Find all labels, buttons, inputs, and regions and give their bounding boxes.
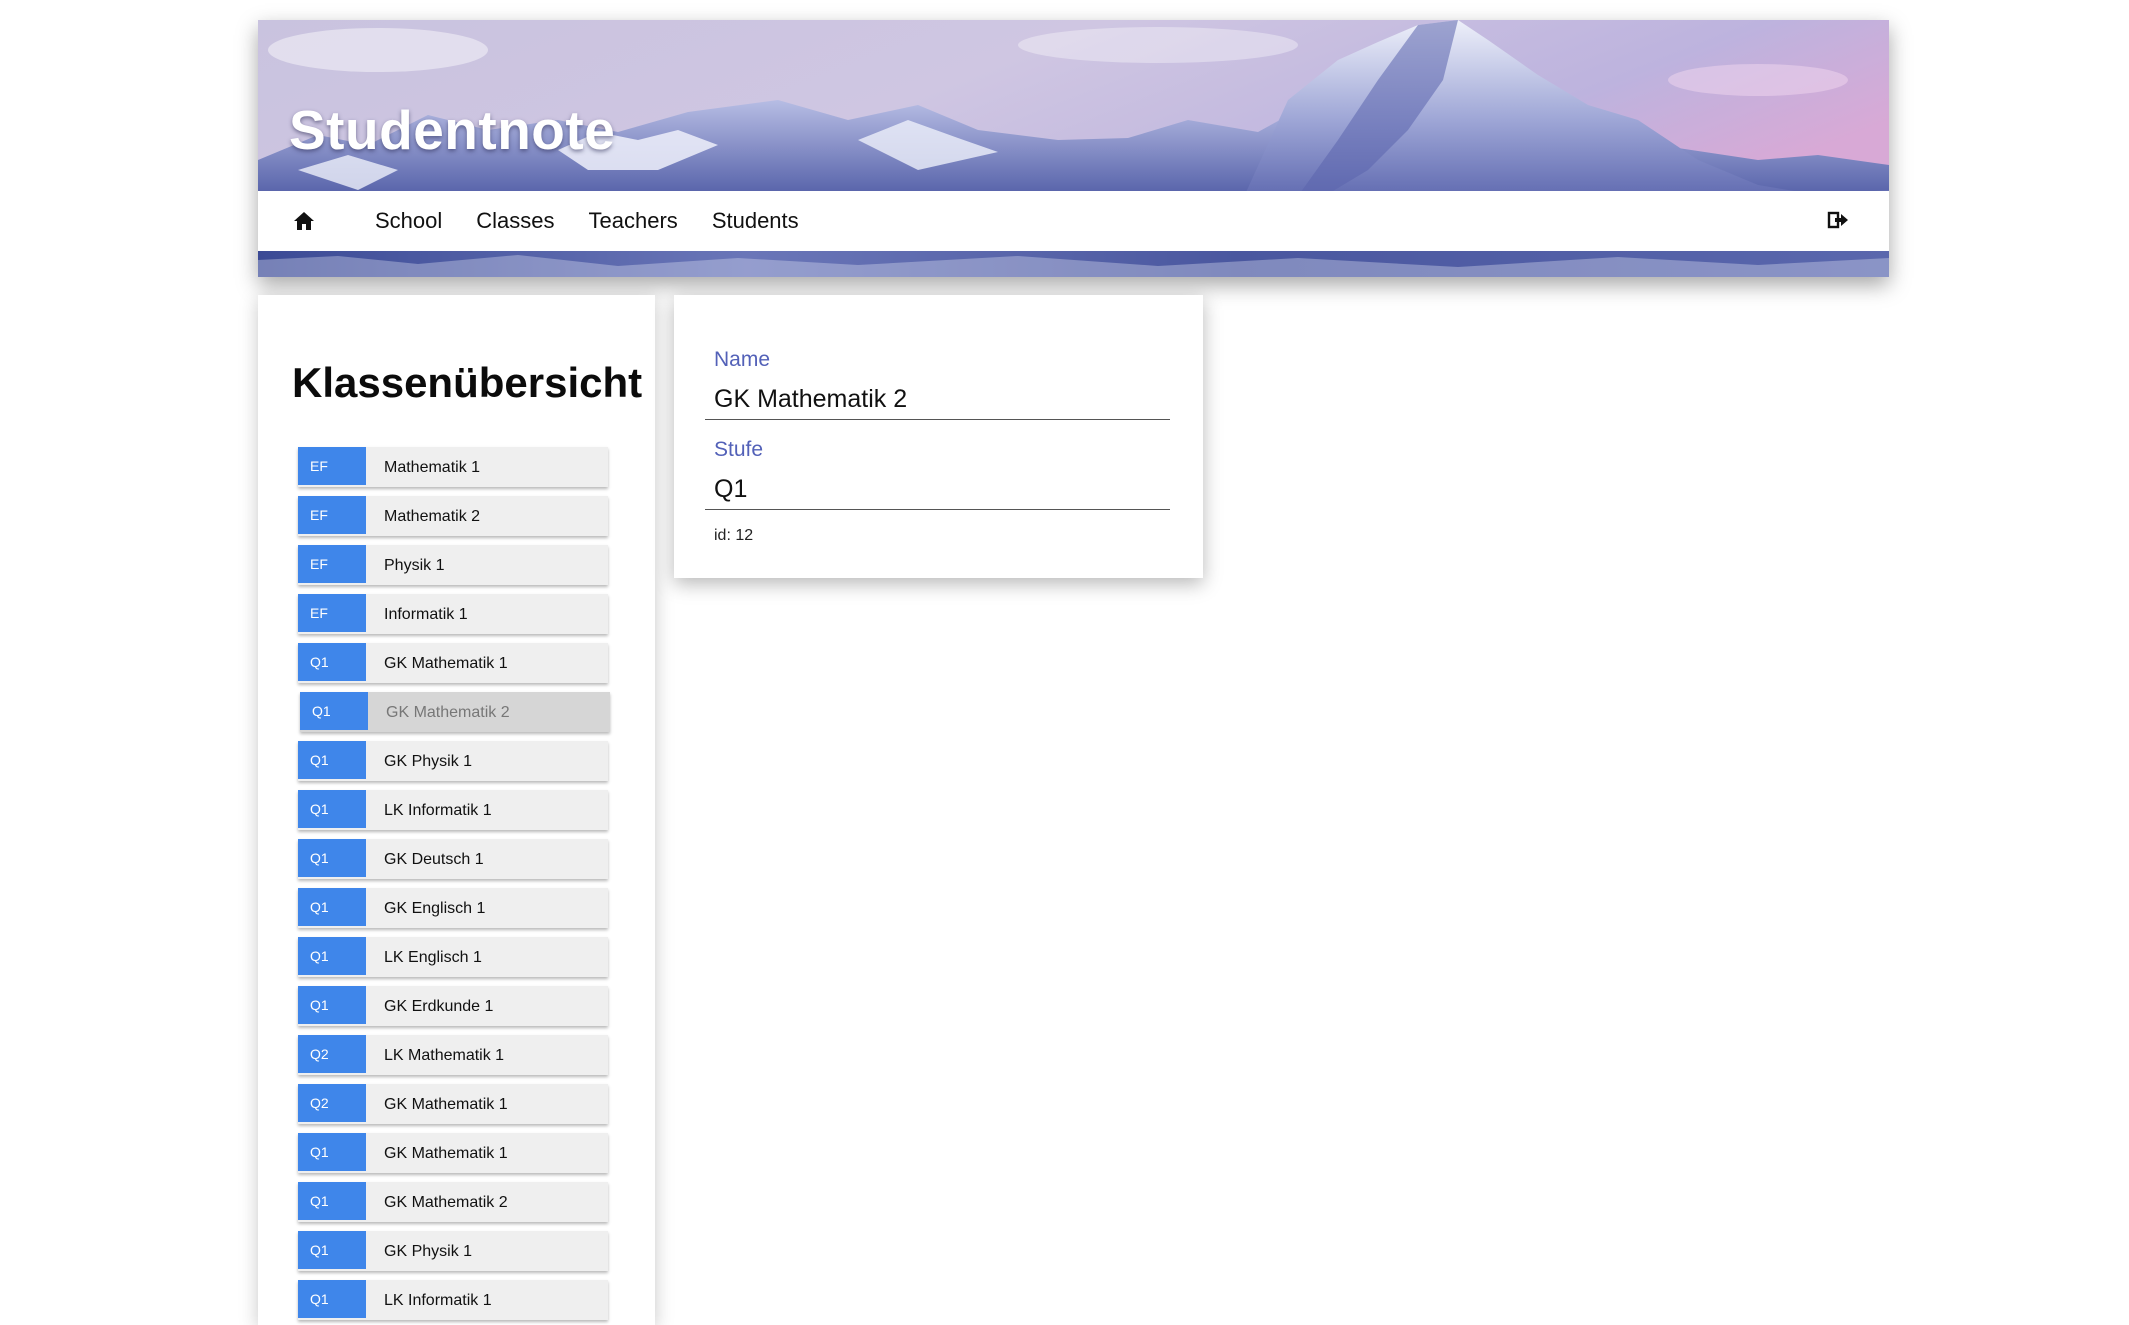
class-name-label: GK Erdkunde 1 [384, 998, 494, 1015]
class-list-item[interactable]: EF Physik 1 [298, 545, 608, 585]
class-name-label: LK Mathematik 1 [384, 1047, 505, 1064]
nav-link-teachers[interactable]: Teachers [589, 208, 678, 234]
class-name-label: Mathematik 2 [384, 508, 481, 525]
class-list-item[interactable]: Q1 GK Deutsch 1 [298, 839, 608, 879]
class-level-badge: Q1 [300, 692, 368, 730]
panel-title: Klassenübersicht [292, 359, 643, 406]
class-list-item[interactable]: Q1 GK Erdkunde 1 [298, 986, 608, 1026]
level-field[interactable]: Q1 [714, 475, 747, 504]
class-name-label: GK Mathematik 1 [384, 1096, 508, 1113]
class-level-badge: Q2 [298, 1084, 366, 1122]
class-list-item[interactable]: Q2 LK Mathematik 1 [298, 1035, 608, 1075]
class-name-label: Informatik 1 [384, 606, 468, 623]
app-header: Studentnote School Classes Teachers Stud… [258, 20, 1889, 277]
class-level-badge: Q2 [298, 1035, 366, 1073]
logout-icon[interactable] [1827, 209, 1849, 231]
class-level-badge: Q1 [298, 1280, 366, 1318]
class-level-badge: Q1 [298, 1231, 366, 1269]
name-field[interactable]: GK Mathematik 2 [714, 385, 907, 414]
class-list-item[interactable]: EF Informatik 1 [298, 594, 608, 634]
class-level-badge: Q1 [298, 937, 366, 975]
class-name-label: Mathematik 1 [384, 459, 481, 476]
class-name-label: LK Informatik 1 [384, 1292, 492, 1309]
main-navbar: School Classes Teachers Students [258, 191, 1889, 251]
class-detail-card: Name GK Mathematik 2 Stufe Q1 id: 12 [674, 295, 1203, 578]
class-level-badge: Q1 [298, 839, 366, 877]
class-name-label: LK Informatik 1 [384, 802, 492, 819]
home-icon[interactable] [292, 209, 316, 233]
class-overview-panel: Klassenübersicht EF Mathematik 1 EF Mathema… [258, 295, 655, 1325]
class-list-item[interactable]: Q2 GK Mathematik 1 [298, 1084, 608, 1124]
class-level-badge: EF [298, 496, 366, 534]
nav-link-school[interactable]: School [375, 208, 442, 234]
class-name-label: GK Englisch 1 [384, 900, 486, 917]
class-name-label: GK Physik 1 [384, 753, 473, 770]
class-name-label: GK Mathematik 2 [386, 704, 510, 721]
class-list-item[interactable]: Q1 GK Mathematik 1 [298, 1133, 608, 1173]
nav-links: School Classes Teachers Students [375, 191, 833, 251]
level-field-underline [705, 509, 1170, 510]
nav-link-students[interactable]: Students [712, 208, 799, 234]
app-title: Studentnote [289, 99, 616, 161]
class-level-badge: Q1 [298, 1133, 366, 1171]
class-level-badge: Q1 [298, 986, 366, 1024]
class-list-item[interactable]: Q1 GK Mathematik 2 [300, 692, 610, 732]
class-list-item[interactable]: EF Mathematik 2 [298, 496, 608, 536]
class-level-badge: Q1 [298, 888, 366, 926]
class-list-item[interactable]: Q1 GK Mathematik 1 [298, 643, 608, 683]
class-name-label: GK Mathematik 1 [384, 1145, 508, 1162]
level-label: Stufe [714, 438, 764, 461]
name-field-underline [705, 419, 1170, 420]
class-name-label: GK Physik 1 [384, 1243, 473, 1260]
class-list-item[interactable]: Q1 GK Physik 1 [298, 741, 608, 781]
class-name-label: LK Englisch 1 [384, 949, 482, 966]
class-list: EF Mathematik 1 EF Mathematik 2 EF Physik 1 EF… [298, 447, 610, 1325]
class-level-badge: Q1 [298, 643, 366, 681]
class-list-item[interactable]: Q1 GK Englisch 1 [298, 888, 608, 928]
class-list-item[interactable]: Q1 GK Physik 1 [298, 1231, 608, 1271]
class-name-label: Physik 1 [384, 557, 445, 574]
class-list-item[interactable]: Q1 LK Informatik 1 [298, 790, 608, 830]
class-list-item[interactable]: EF Mathematik 1 [298, 447, 608, 487]
class-name-label: GK Deutsch 1 [384, 851, 484, 868]
class-name-label: GK Mathematik 1 [384, 655, 508, 672]
class-level-badge: Q1 [298, 1182, 366, 1220]
class-name-label: GK Mathematik 2 [384, 1194, 508, 1211]
class-level-badge: EF [298, 594, 366, 632]
class-level-badge: EF [298, 545, 366, 583]
class-level-badge: EF [298, 447, 366, 485]
class-list-item[interactable]: Q1 LK Englisch 1 [298, 937, 608, 977]
class-list-item[interactable]: Q1 LK Informatik 1 [298, 1280, 608, 1320]
name-label: Name [714, 348, 771, 371]
nav-link-classes[interactable]: Classes [476, 208, 554, 234]
class-id: id: 12 [714, 527, 754, 544]
class-level-badge: Q1 [298, 790, 366, 828]
class-level-badge: Q1 [298, 741, 366, 779]
class-list-item[interactable]: Q1 GK Mathematik 2 [298, 1182, 608, 1222]
